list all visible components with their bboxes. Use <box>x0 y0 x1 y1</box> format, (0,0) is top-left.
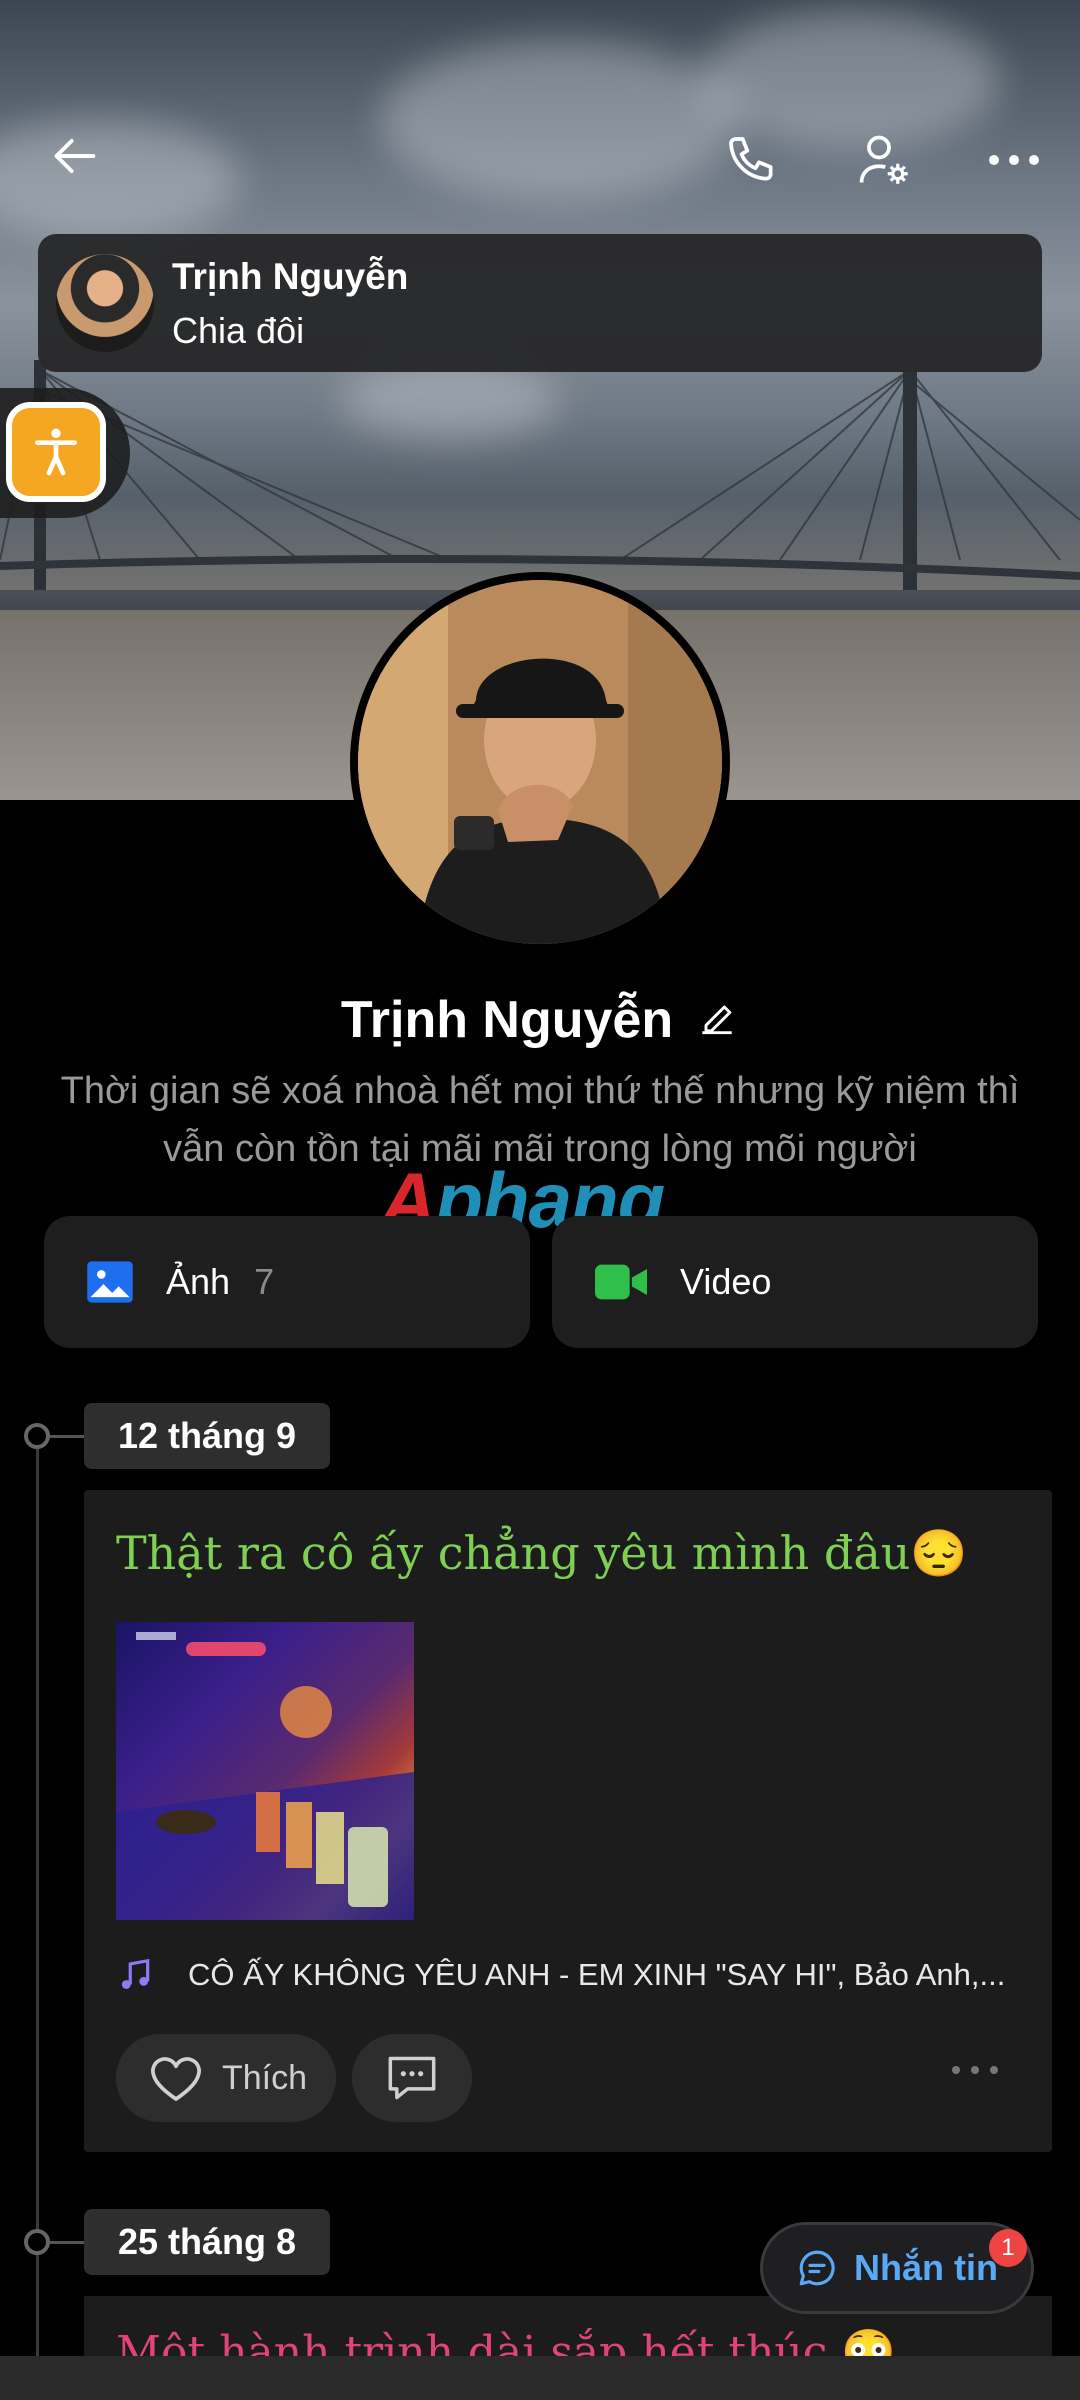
timeline-tick <box>50 2241 84 2244</box>
post-music[interactable]: CÔ ẤY KHÔNG YÊU ANH - EM XINH "SAY HI", … <box>116 1956 1008 1994</box>
phone-icon <box>729 137 773 181</box>
profile-avatar[interactable] <box>350 572 730 952</box>
music-note-icon <box>121 1958 150 1989</box>
avatar-photo <box>358 580 722 944</box>
photos-count: 7 <box>254 1261 275 1302</box>
profile-name: Trịnh Nguyễn <box>340 991 674 1049</box>
post-text: Thật ra cô ấy chẳng yêu mình đâu😔 <box>116 1526 968 1580</box>
more-horizontal-icon <box>989 155 1039 165</box>
arrow-left-icon <box>54 138 96 174</box>
pencil-icon <box>702 1005 732 1034</box>
post-text: Một hành trình dài sắp hết thúc 😳 <box>116 2327 897 2356</box>
like-button[interactable]: Thích <box>116 2034 336 2122</box>
like-label: Thích <box>222 2058 308 2097</box>
video-camera-icon <box>595 1264 647 1300</box>
chat-bubble-icon <box>799 2250 835 2286</box>
video-label: Video <box>680 1261 772 1302</box>
bar-scene-photo <box>116 1632 414 1920</box>
music-title: CÔ ẤY KHÔNG YÊU ANH - EM XINH "SAY HI", … <box>188 1957 1006 1992</box>
profile-name-row: Trịnh Nguyễn <box>0 990 1080 1050</box>
timeline-dot <box>24 2229 50 2255</box>
more-horizontal-icon <box>952 2066 998 2074</box>
timeline-line <box>36 1436 39 2400</box>
accessibility-button[interactable] <box>6 402 106 502</box>
timeline-tick <box>50 1435 84 1438</box>
heart-icon <box>151 2057 201 2101</box>
accessibility-icon <box>35 428 77 476</box>
call-button[interactable] <box>716 124 788 196</box>
account-switcher-chip[interactable]: Trịnh Nguyễn Chia đôi <box>38 234 1042 372</box>
date-badge: 12 tháng 9 <box>84 1403 331 1469</box>
chip-account-subtitle: Chia đôi <box>172 310 305 351</box>
video-tile[interactable]: Video <box>552 1216 1038 1348</box>
chip-avatar <box>56 254 154 352</box>
accessibility-float[interactable] <box>0 388 130 518</box>
timeline-dot <box>24 1423 50 1449</box>
send-message-label: Nhắn tin <box>854 2247 998 2288</box>
date-badge: 25 tháng 8 <box>84 2209 331 2275</box>
back-button[interactable] <box>40 120 112 192</box>
chip-account-name: Trịnh Nguyễn <box>172 256 409 297</box>
image-icon <box>87 1261 133 1303</box>
profile-settings-button[interactable] <box>846 122 922 198</box>
comment-button[interactable] <box>352 2034 472 2122</box>
edit-name-button[interactable] <box>695 996 739 1045</box>
post-photo[interactable] <box>116 1622 414 1920</box>
more-options-button[interactable] <box>976 122 1052 198</box>
unread-badge: 1 <box>989 2229 1027 2267</box>
send-message-button[interactable]: Nhắn tin 1 <box>760 2222 1034 2314</box>
comment-icon <box>388 2056 436 2100</box>
system-navigation-bar <box>0 2356 1080 2400</box>
post-more-button[interactable] <box>950 2062 1000 2083</box>
user-gear-icon <box>859 135 908 184</box>
photos-label: Ảnh <box>166 1261 231 1302</box>
post-card[interactable]: Thật ra cô ấy chẳng yêu mình đâu😔 CÔ ẤY … <box>84 1490 1052 2152</box>
photos-tile[interactable]: Ảnh 7 <box>44 1216 530 1348</box>
